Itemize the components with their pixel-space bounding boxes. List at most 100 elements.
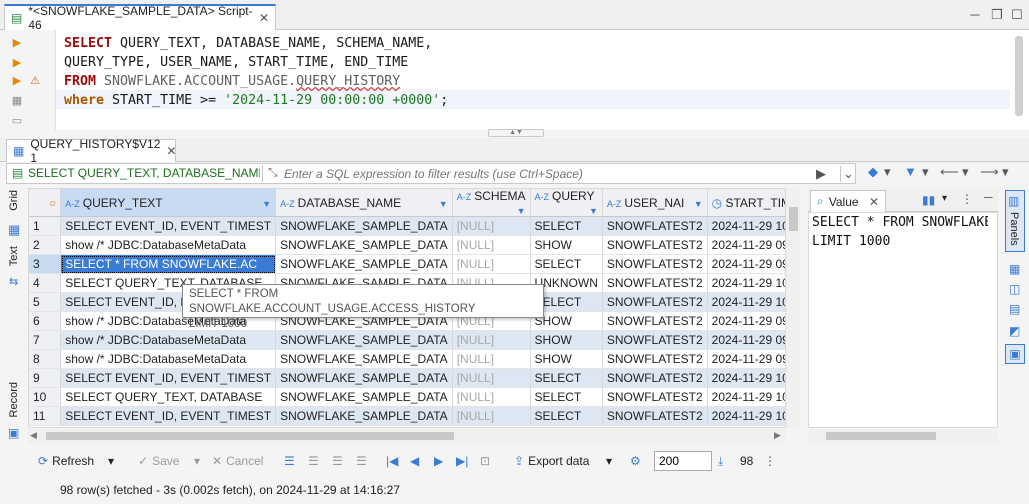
cell-schema[interactable]: [NULL] xyxy=(452,349,531,369)
cell-query-text[interactable]: show /* JDBC:DatabaseMetaData xyxy=(60,330,277,350)
cell-query-text[interactable]: SELECT EVENT_ID, EVENT_TIMEST xyxy=(60,406,277,426)
cell-user-name[interactable]: SNOWFLATEST2 xyxy=(602,311,708,331)
delete-row-icon[interactable]: ☰ xyxy=(356,452,367,470)
chevron-down-icon[interactable]: ▼ xyxy=(439,199,448,209)
cell-query-text[interactable]: show /* JDBC:DatabaseMetaData xyxy=(60,235,277,255)
chevron-down-icon[interactable]: ▾ xyxy=(942,193,947,204)
tab-script-46[interactable]: ▤ *<SNOWFLAKE_SAMPLE_DATA> Script-46 ✕ xyxy=(4,4,276,32)
row-number[interactable]: 2 xyxy=(29,235,62,255)
cell-schema[interactable]: [NULL] xyxy=(452,387,531,407)
table-row[interactable]: 2 show /* JDBC:DatabaseMetaData SNOWFLAKE_… xyxy=(29,235,785,255)
row-number[interactable]: 8 xyxy=(29,349,62,369)
cell-query-text[interactable]: SELECT * FROM SNOWFLAKE.AC xyxy=(60,254,277,274)
close-icon[interactable]: ✕ xyxy=(869,195,879,209)
grid-horizontal-scroll-thumb[interactable] xyxy=(46,432,454,440)
back-arrow-icon[interactable]: ⟵ xyxy=(940,164,959,180)
column-header-query-text[interactable]: A-Z QUERY_TEXT ▼ xyxy=(60,189,277,217)
cell-start-time[interactable]: 2024-11-29 10:14 xyxy=(707,216,785,236)
chevron-down-icon[interactable]: ▾ xyxy=(922,164,929,180)
export-data-button[interactable]: ⇪ Export data xyxy=(514,452,589,470)
more-options-icon[interactable]: ⋮ xyxy=(961,192,973,206)
cell-schema[interactable]: [NULL] xyxy=(452,406,531,426)
more-options-icon[interactable]: ⋮ xyxy=(764,452,776,470)
filter-input[interactable] xyxy=(284,166,804,182)
add-row-icon[interactable]: ☰ xyxy=(308,452,319,470)
cell-schema[interactable]: [NULL] xyxy=(452,235,531,255)
fetch-size-input[interactable] xyxy=(654,451,712,471)
cell-start-time[interactable]: 2024-11-29 09:48 xyxy=(707,235,785,255)
export-menu[interactable]: ▾ xyxy=(606,452,612,470)
chevron-down-icon[interactable]: ▼ xyxy=(694,199,703,209)
minimize-icon[interactable]: ─ xyxy=(966,6,984,24)
value-text[interactable]: SELECT * FROM SNOWFLAKE.ACCOUNT_USAGE.AC… xyxy=(812,213,988,251)
last-page-icon[interactable]: ▶| xyxy=(456,452,468,470)
chevron-down-icon[interactable]: ▼ xyxy=(262,199,271,209)
save-menu[interactable]: ▾ xyxy=(194,452,200,470)
cell-user-name[interactable]: SNOWFLATEST2 xyxy=(602,235,708,255)
cell-database-name[interactable]: SNOWFLAKE_SAMPLE_DATA xyxy=(275,330,453,350)
cell-schema[interactable]: [NULL] xyxy=(452,254,531,274)
column-header-query-type[interactable]: A-Z QUERY ▼ xyxy=(530,189,603,217)
cell-query-type[interactable]: SHOW xyxy=(530,349,603,369)
minimize-icon[interactable]: ─ xyxy=(984,190,993,204)
side-tab-grid[interactable]: Grid xyxy=(8,190,20,211)
cell-database-name[interactable]: SNOWFLAKE_SAMPLE_DATA xyxy=(275,406,453,426)
cell-query-type[interactable]: SELECT xyxy=(530,254,603,274)
cell-query-type[interactable]: SELECT xyxy=(530,216,603,236)
row-number[interactable]: 1 xyxy=(29,216,62,236)
gear-icon[interactable]: ⚙ xyxy=(630,452,641,470)
first-page-icon[interactable]: |◀ xyxy=(386,452,398,470)
row-number[interactable]: 3 xyxy=(29,254,62,274)
fetch-all-icon[interactable]: ⊡ xyxy=(480,452,490,470)
cell-user-name[interactable]: SNOWFLATEST2 xyxy=(602,368,708,388)
cell-query-type[interactable]: SELECT xyxy=(530,368,603,388)
cancel-button[interactable]: ✕ Cancel xyxy=(212,452,263,470)
next-page-icon[interactable]: ▶ xyxy=(434,452,443,470)
cell-start-time[interactable]: 2024-11-29 10:16 xyxy=(707,368,785,388)
cell-start-time[interactable]: 2024-11-29 09:48 xyxy=(707,311,785,331)
cell-database-name[interactable]: SNOWFLAKE_SAMPLE_DATA xyxy=(275,235,453,255)
chevron-down-icon[interactable]: ▾ xyxy=(1002,164,1009,180)
row-number[interactable]: 10 xyxy=(29,387,62,407)
cell-database-name[interactable]: SNOWFLAKE_SAMPLE_DATA xyxy=(275,368,453,388)
value-horizontal-scroll-thumb[interactable] xyxy=(826,432,936,440)
cell-database-name[interactable]: SNOWFLAKE_SAMPLE_DATA xyxy=(275,349,453,369)
cell-start-time[interactable]: 2024-11-29 10:15 xyxy=(707,292,785,312)
cell-query-type[interactable]: SHOW xyxy=(530,235,603,255)
row-number[interactable]: 4 xyxy=(29,273,62,293)
save-button[interactable]: ✓ Save xyxy=(138,452,179,470)
row-count-icon[interactable]: ⤓ xyxy=(718,452,723,470)
cell-start-time[interactable]: 2024-11-29 10:29 xyxy=(707,387,785,407)
cell-user-name[interactable]: SNOWFLATEST2 xyxy=(602,292,708,312)
expand-icon[interactable]: ⤡ xyxy=(268,165,278,180)
text-mode-icon[interactable]: ⇆ xyxy=(9,275,18,288)
cell-start-time[interactable]: 2024-11-29 10:16 xyxy=(707,406,785,426)
edit-row-icon[interactable]: ☰ xyxy=(284,452,295,470)
sql-code[interactable]: SELECT QUERY_TEXT, DATABASE_NAME, SCHEMA… xyxy=(64,34,448,110)
cell-schema[interactable]: [NULL] xyxy=(452,368,531,388)
scroll-left-icon[interactable]: ◀ xyxy=(30,430,37,441)
execute-new-tab-icon[interactable]: ▶ xyxy=(10,74,24,88)
grid-icon[interactable]: ▦ xyxy=(8,222,20,238)
side-tab-text[interactable]: Text xyxy=(8,246,20,266)
cell-start-time[interactable]: 2024-11-29 09:48 xyxy=(707,349,785,369)
table-row[interactable]: 9 SELECT EVENT_ID, EVENT_TIMEST SNOWFLAKE_… xyxy=(29,368,785,388)
cell-schema[interactable]: [NULL] xyxy=(452,216,531,236)
chevron-down-icon[interactable]: ▼ xyxy=(517,206,526,216)
metadata-icon[interactable]: ◫ xyxy=(1009,282,1020,296)
previous-page-icon[interactable]: ◀ xyxy=(410,452,419,470)
column-header-start-time[interactable]: ◷ START_TIME xyxy=(707,189,785,217)
filter-history-icon[interactable]: ⌄ xyxy=(840,166,856,182)
explain-plan-icon[interactable]: ▦ xyxy=(10,94,24,108)
filter-icon[interactable]: ▼ xyxy=(904,164,917,179)
chevron-down-icon[interactable]: ▾ xyxy=(962,164,969,180)
cell-user-name[interactable]: SNOWFLATEST2 xyxy=(602,273,708,293)
cell-query-text[interactable]: SELECT EVENT_ID, EVENT_TIMEST xyxy=(60,368,277,388)
cell-query-text[interactable]: show /* JDBC:DatabaseMetaData xyxy=(60,349,277,369)
restore-icon[interactable]: ❐ xyxy=(988,6,1006,24)
cell-schema[interactable]: [NULL] xyxy=(452,330,531,350)
refresh-button[interactable]: ⟳ Refresh xyxy=(38,452,94,470)
cell-user-name[interactable]: SNOWFLATEST2 xyxy=(602,216,708,236)
row-number[interactable]: 5 xyxy=(29,292,62,312)
table-row[interactable]: 1 SELECT EVENT_ID, EVENT_TIMEST SNOWFLAKE_… xyxy=(29,216,785,236)
